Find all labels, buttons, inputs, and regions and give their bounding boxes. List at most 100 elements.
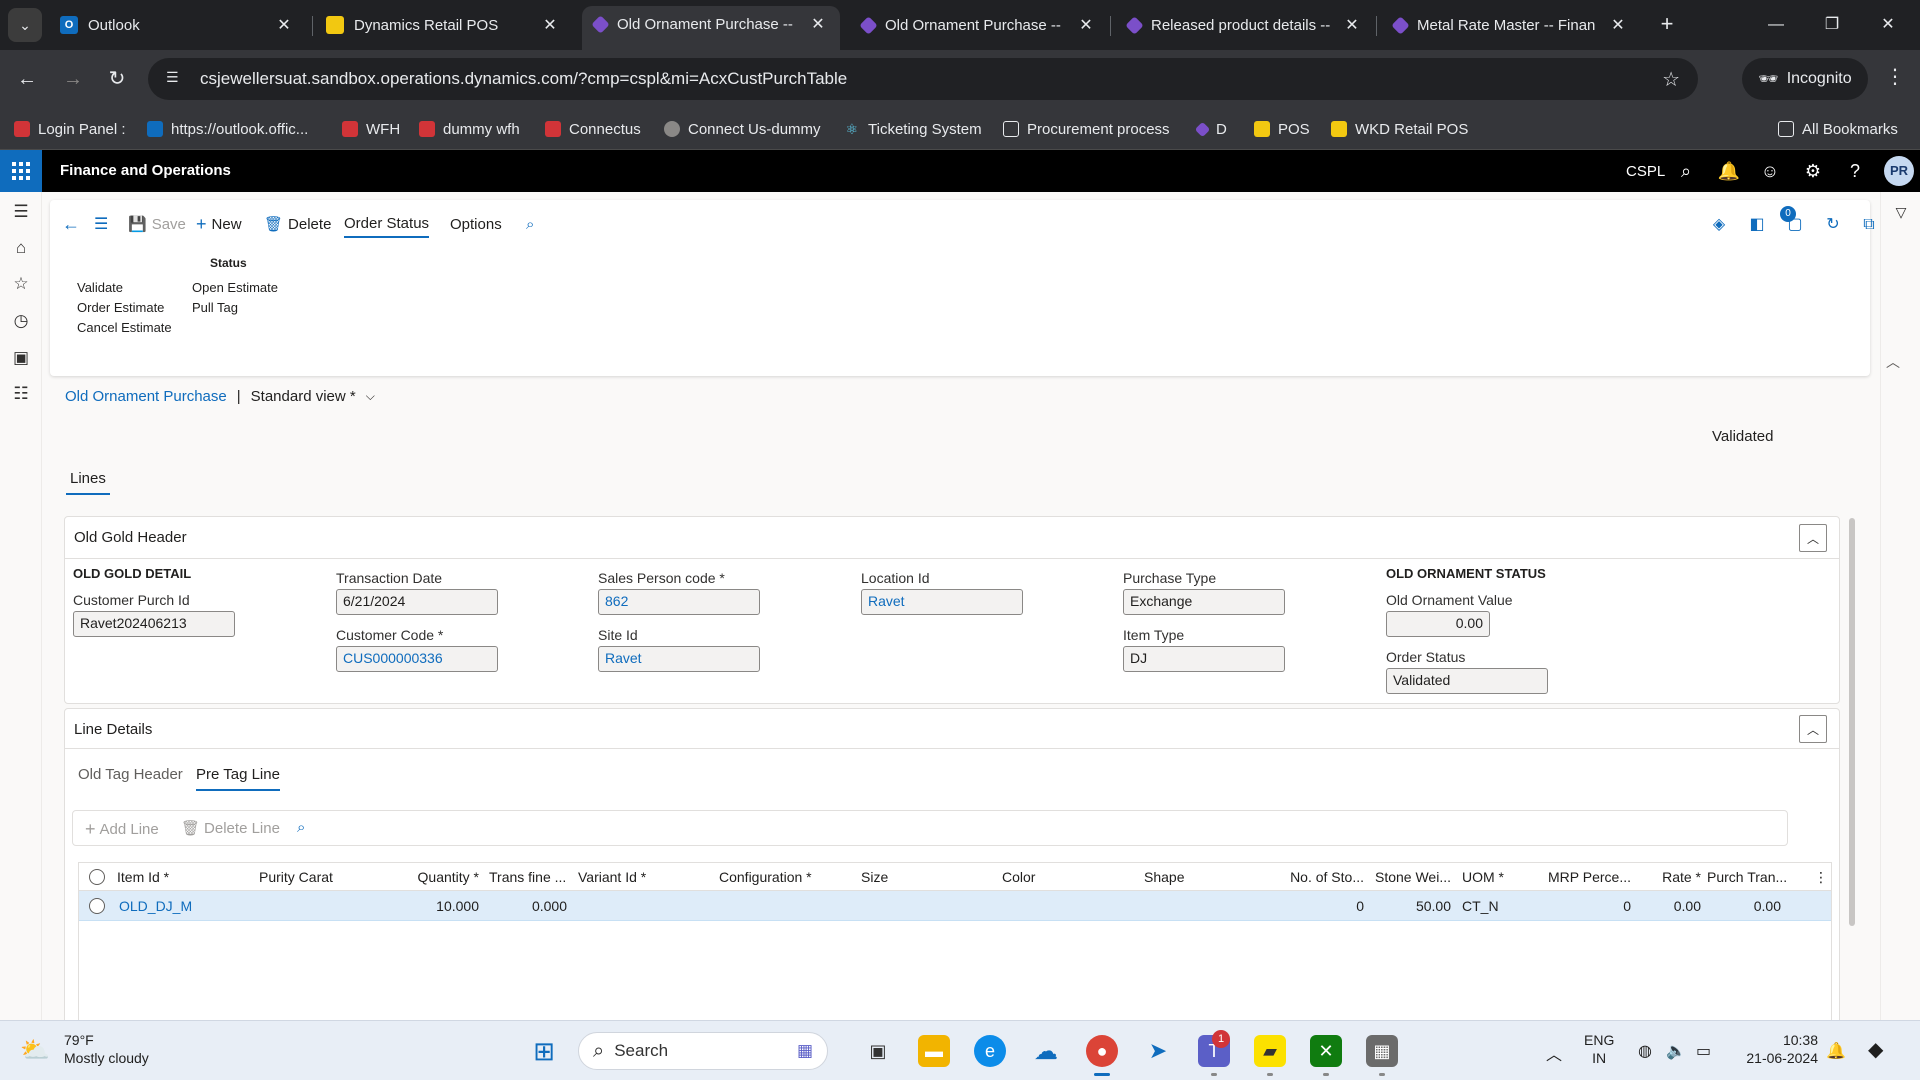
delete-line-button[interactable]: 🗑 Delete Line	[181, 819, 280, 838]
open-estimate-button[interactable]: Open Estimate	[192, 280, 278, 295]
incognito-indicator[interactable]: 🕶 Incognito	[1742, 58, 1868, 100]
column-header-item-id[interactable]: Item Id *	[117, 869, 169, 885]
tab-options[interactable]: Options	[450, 210, 502, 238]
bookmark-wkd-retail-pos[interactable]: WKD Retail POS	[1331, 119, 1468, 139]
chevron-up-icon[interactable]: ︿	[1799, 524, 1827, 552]
onedrive-icon[interactable]: ☁	[1030, 1035, 1062, 1067]
order-estimate-button[interactable]: Order Estimate	[77, 300, 164, 315]
bookmark-star-icon[interactable]: ☆	[1662, 67, 1680, 92]
breadcrumb-link[interactable]: Old Ornament Purchase	[65, 388, 227, 405]
save-button[interactable]: 💾 Save	[128, 210, 186, 238]
column-options-icon[interactable]: ⋮	[1814, 869, 1828, 886]
notifications-bell-icon[interactable]: 🔔	[1826, 1041, 1846, 1061]
cell-stone-weight[interactable]: 50.00	[1371, 898, 1451, 914]
cell-quantity[interactable]: 10.000	[379, 898, 479, 914]
column-header-size[interactable]: Size	[861, 869, 888, 885]
add-line-button[interactable]: + Add Line	[85, 819, 159, 840]
panel-header[interactable]: Old Gold Header ︿	[65, 517, 1839, 559]
taskbar-search[interactable]: ⌕ Search ▦	[578, 1032, 828, 1070]
select-all-radio[interactable]	[89, 869, 105, 885]
column-header-stone-weight[interactable]: Stone Wei...	[1371, 869, 1451, 885]
browser-tab-old-ornament-purchase[interactable]: Old Ornament Purchase -- ✕	[850, 8, 1108, 42]
cell-mrp-percent[interactable]: 0	[1539, 898, 1631, 914]
app-launcher-icon[interactable]	[0, 150, 42, 192]
bookmark-dummy-wfh[interactable]: dummy wfh	[419, 119, 520, 139]
close-icon[interactable]: ✕	[540, 15, 560, 35]
browser-tab-old-ornament-purchase-active[interactable]: Old Ornament Purchase -- ✕	[582, 6, 840, 50]
office-icon[interactable]: ◧	[1746, 214, 1768, 236]
cell-uom[interactable]: CT_N	[1462, 898, 1499, 914]
column-header-configuration[interactable]: Configuration *	[719, 869, 812, 885]
column-header-color[interactable]: Color	[1002, 869, 1035, 885]
column-header-shape[interactable]: Shape	[1144, 869, 1184, 885]
browser-tab-outlook[interactable]: O Outlook ✕	[48, 8, 306, 42]
location-id-field[interactable]: Ravet	[861, 589, 1023, 615]
close-icon[interactable]: ✕	[808, 14, 828, 34]
cell-no-of-stones[interactable]: 0	[1279, 898, 1364, 914]
bookmark-outlook[interactable]: https://outlook.offic...	[147, 119, 308, 139]
cell-trans-fine[interactable]: 0.000	[489, 898, 567, 914]
minimize-button[interactable]: —	[1756, 10, 1796, 40]
workspaces-icon[interactable]: ▣	[9, 346, 33, 370]
all-bookmarks-button[interactable]: All Bookmarks	[1778, 119, 1898, 139]
tab-lines[interactable]: Lines	[66, 468, 110, 495]
order-status-field[interactable]: Validated	[1386, 668, 1548, 694]
home-icon[interactable]: ⌂	[9, 236, 33, 260]
close-icon[interactable]: ✕	[1076, 15, 1096, 35]
volume-icon[interactable]: 🔈	[1666, 1041, 1686, 1061]
forward-button[interactable]: →	[58, 64, 88, 94]
chevron-up-icon[interactable]: ︿	[1546, 1041, 1562, 1065]
transaction-date-field[interactable]: 6/21/2024	[336, 589, 498, 615]
hamburger-menu-icon[interactable]: ☰	[9, 200, 33, 224]
column-header-mrp-percent[interactable]: MRP Perce...	[1539, 869, 1631, 885]
xbox-icon[interactable]: ✕	[1310, 1035, 1342, 1067]
address-bar[interactable]: ☰ csjewellersuat.sandbox.operations.dyna…	[148, 58, 1698, 100]
cell-purch-trans[interactable]: 0.00	[1707, 898, 1781, 914]
tab-search-button[interactable]: ⌄	[8, 8, 42, 42]
close-icon[interactable]: ✕	[274, 15, 294, 35]
close-window-button[interactable]: ✕	[1868, 10, 1908, 40]
clock[interactable]: 10:38 21-06-2024	[1736, 1031, 1818, 1067]
filter-icon[interactable]: ▽	[1889, 200, 1913, 224]
customer-purch-id-field[interactable]: Ravet202406213	[73, 611, 235, 637]
bookmark-connect-us-dummy[interactable]: Connect Us-dummy	[664, 119, 821, 139]
search-icon[interactable]: ⌕	[1673, 158, 1699, 184]
column-header-purity-carat[interactable]: Purity Carat	[259, 869, 333, 885]
tab-order-status[interactable]: Order Status	[344, 210, 430, 238]
new-button[interactable]: + New	[196, 210, 242, 238]
site-info-icon[interactable]: ☰	[166, 69, 186, 89]
chrome-icon[interactable]: ●	[1086, 1035, 1118, 1067]
cell-item-id[interactable]: OLD_DJ_M	[119, 898, 192, 914]
close-icon[interactable]: ✕	[1608, 15, 1628, 35]
sales-person-code-field[interactable]: 862	[598, 589, 760, 615]
windows-start-icon[interactable]: ⊞	[528, 1035, 560, 1067]
sticky-notes-icon[interactable]: ▰	[1254, 1035, 1286, 1067]
purchase-type-field[interactable]: Exchange	[1123, 589, 1285, 615]
view-selector[interactable]: Standard view *	[251, 388, 356, 405]
avatar[interactable]: PR	[1884, 156, 1914, 186]
tab-old-tag-header[interactable]: Old Tag Header	[78, 766, 183, 789]
column-header-purch-trans[interactable]: Purch Tran...	[1707, 869, 1787, 885]
delete-button[interactable]: 🗑 Delete	[264, 210, 331, 238]
action-search-button[interactable]: ⌕	[526, 210, 534, 238]
reload-button[interactable]: ↻	[102, 64, 132, 94]
new-tab-button[interactable]: +	[1652, 10, 1682, 40]
back-arrow-button[interactable]: ←	[62, 210, 80, 238]
bookmark-procurement-process[interactable]: Procurement process	[1003, 119, 1170, 139]
edge-icon[interactable]: e	[974, 1035, 1006, 1067]
recent-clock-icon[interactable]: ◷	[9, 309, 33, 333]
favorites-star-icon[interactable]: ☆	[9, 272, 33, 296]
task-view-icon[interactable]: ▣	[862, 1035, 894, 1067]
pull-tag-button[interactable]: Pull Tag	[192, 300, 238, 315]
page-scrollbar[interactable]	[1849, 518, 1855, 926]
browser-tab-dynamics-retail-pos[interactable]: Dynamics Retail POS ✕	[314, 8, 572, 42]
cell-rate[interactable]: 0.00	[1639, 898, 1701, 914]
column-header-no-of-stones[interactable]: No. of Sto...	[1279, 869, 1364, 885]
site-id-field[interactable]: Ravet	[598, 646, 760, 672]
battery-icon[interactable]: ▭	[1696, 1041, 1711, 1061]
language-indicator[interactable]: ENG IN	[1584, 1031, 1614, 1067]
bookmark-connectus[interactable]: Connectus	[545, 119, 641, 139]
browser-menu-icon[interactable]: ⋮	[1880, 64, 1910, 89]
globe-icon[interactable]: ◍	[1638, 1041, 1652, 1061]
restore-button[interactable]: ❐	[1812, 10, 1852, 40]
